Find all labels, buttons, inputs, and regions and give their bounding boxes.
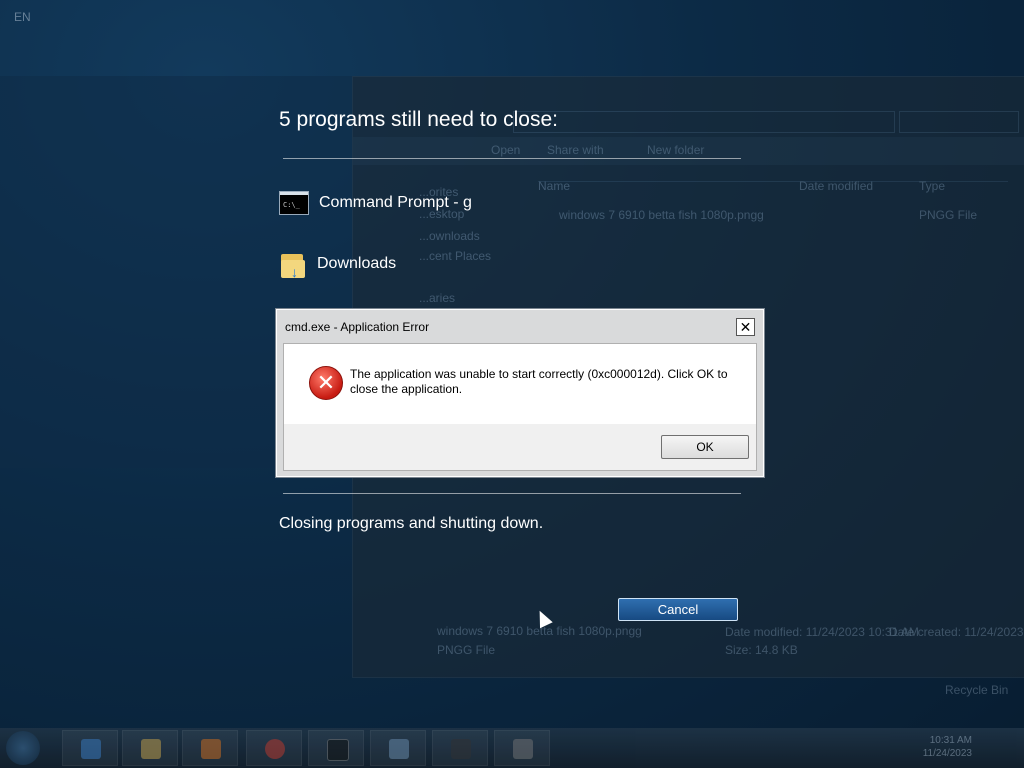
dialog-titlebar[interactable]: cmd.exe - Application Error ✕ [277,310,763,343]
nav-item: ...ownloads [419,229,480,243]
downloads-folder-icon: ↓ [279,250,307,280]
ok-button[interactable]: OK [661,435,749,459]
program-item-downloads: ↓ Downloads [279,250,397,280]
cmd-icon [327,739,349,761]
details-date-created: Date created: 11/24/2023 [889,625,1024,639]
bottom-divider [283,493,741,494]
nav-item: ...aries [419,291,456,305]
chrome-icon [265,739,285,759]
taskbar-chrome[interactable] [246,730,302,766]
taskbar-ie[interactable] [62,730,118,766]
details-size: Size: 14.8 KB [725,643,798,657]
error-dialog: cmd.exe - Application Error ✕ ✕ The appl… [276,309,764,477]
dialog-message: The application was unable to start corr… [350,367,728,396]
taskbar: 10:31 AM 11/24/2023 [0,728,1024,768]
taskbar-explorer-2[interactable] [370,730,426,766]
app-icon [451,739,471,759]
top-divider [283,158,741,159]
column-date-modified: Date modified [799,179,874,193]
taskbar-explorer[interactable] [122,730,178,766]
program-item-command-prompt: C:\_ Command Prompt - g [279,191,472,215]
program-label: Downloads [317,255,397,272]
app-icon [513,739,533,759]
background-search-box [899,111,1019,133]
details-file-type: PNGG File [437,643,496,657]
taskbar-cmd[interactable] [308,730,364,766]
shutdown-title: 5 programs still need to close: [279,108,558,131]
language-indicator: EN [14,10,31,24]
column-name: Name [538,179,571,193]
file-row-type: PNGG File [919,208,978,222]
column-type: Type [919,179,946,193]
dialog-footer: OK [284,424,756,470]
command-prompt-icon: C:\_ [279,191,309,215]
cancel-button[interactable]: Cancel [618,598,738,621]
dialog-body: ✕ The application was unable to start co… [283,343,757,471]
shutdown-status: Closing programs and shutting down. [279,515,544,532]
internet-explorer-icon [81,739,101,759]
clock-date: 11/24/2023 [922,748,972,759]
recycle-bin-label: Recycle Bin [945,683,1009,697]
window-icon [389,739,409,759]
toolbar-new-folder: New folder [647,143,705,157]
taskbar-app[interactable] [432,730,488,766]
clock-time: 10:31 AM [929,735,972,746]
error-icon: ✕ [309,366,343,400]
media-player-icon [201,739,221,759]
start-button[interactable] [6,731,40,765]
background-address-bar [513,111,895,133]
toolbar-open: Open [491,143,521,157]
clock[interactable]: 10:31 AM 11/24/2023 [923,734,972,760]
file-row-name: windows 7 6910 betta fish 1080p.pngg [559,208,764,222]
toolbar-share-with: Share with [547,143,604,157]
taskbar-app-2[interactable] [494,730,550,766]
taskbar-media-player[interactable] [182,730,238,766]
program-label: Command Prompt - g [319,194,472,211]
folder-icon [141,739,161,759]
dialog-title: cmd.exe - Application Error [285,320,430,334]
close-button[interactable]: ✕ [736,318,755,336]
nav-item: ...cent Places [419,249,492,263]
